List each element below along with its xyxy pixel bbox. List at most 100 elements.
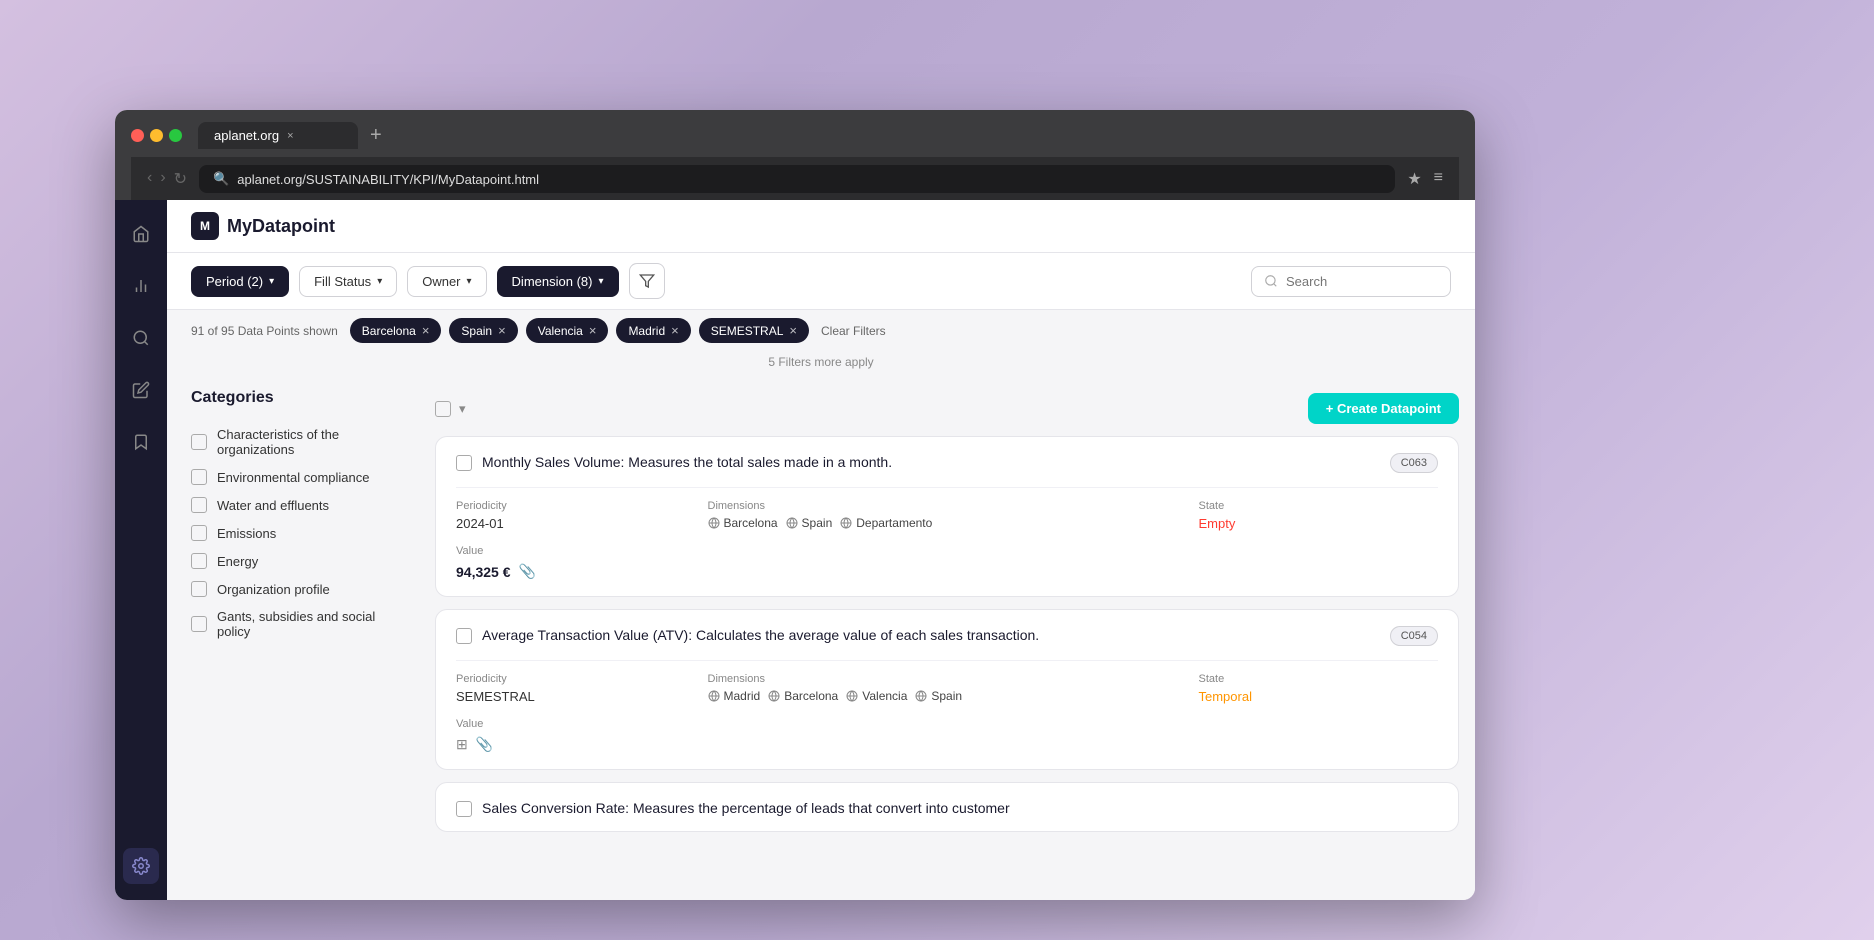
category-checkbox-org-profile[interactable] bbox=[191, 581, 207, 597]
remove-spain-button[interactable]: × bbox=[498, 323, 506, 338]
category-checkbox-energy[interactable] bbox=[191, 553, 207, 569]
dp1-checkbox[interactable] bbox=[456, 455, 472, 471]
dp3-title: Sales Conversion Rate: Measures the perc… bbox=[482, 799, 1438, 819]
traffic-lights bbox=[131, 129, 182, 142]
browser-menu-icon[interactable]: ≡ bbox=[1434, 169, 1443, 189]
period-chevron-icon: ▾ bbox=[269, 276, 274, 287]
category-item-env-compliance[interactable]: Environmental compliance bbox=[191, 463, 403, 491]
dp1-code: C063 bbox=[1390, 453, 1438, 473]
category-item-emissions[interactable]: Emissions bbox=[191, 519, 403, 547]
category-checkbox-char-org[interactable] bbox=[191, 434, 207, 450]
remove-valencia-button[interactable]: × bbox=[589, 323, 597, 338]
forward-button[interactable]: › bbox=[160, 169, 165, 189]
period-filter-label: Period (2) bbox=[206, 274, 263, 289]
category-item-energy[interactable]: Energy bbox=[191, 547, 403, 575]
category-label-org-profile: Organization profile bbox=[217, 582, 330, 597]
datapoint-card-dp3: Sales Conversion Rate: Measures the perc… bbox=[435, 782, 1459, 832]
app-header: M MyDatapoint bbox=[167, 200, 1475, 253]
browser-window: aplanet.org × + ‹ › ↻ 🔍 aplanet.org/SUST… bbox=[115, 110, 1475, 900]
category-item-gants[interactable]: Gants, subsidies and social policy bbox=[191, 603, 403, 645]
category-checkbox-emissions[interactable] bbox=[191, 525, 207, 541]
dp1-dim-departamento: Departamento bbox=[840, 516, 932, 530]
category-checkbox-water[interactable] bbox=[191, 497, 207, 513]
refresh-button[interactable]: ↻ bbox=[174, 169, 187, 189]
dp2-attachment-icon[interactable]: 📎 bbox=[476, 736, 493, 753]
dp2-table-icon: ⊞ bbox=[456, 736, 468, 753]
category-item-char-org[interactable]: Characteristics of the organizations bbox=[191, 421, 403, 463]
dimension-label: Dimension (8) bbox=[512, 274, 593, 289]
sidebar-back-icon[interactable] bbox=[123, 320, 159, 356]
back-button[interactable]: ‹ bbox=[147, 169, 152, 189]
tab-title: aplanet.org bbox=[214, 128, 279, 143]
filter-bar: Period (2) ▾ Fill Status ▾ Owner ▾ Dimen… bbox=[167, 253, 1475, 310]
owner-chevron-icon: ▾ bbox=[467, 276, 472, 287]
dp1-header: Monthly Sales Volume: Measures the total… bbox=[456, 453, 1438, 473]
sidebar-bookmark-icon[interactable] bbox=[123, 424, 159, 460]
dp3-checkbox[interactable] bbox=[456, 801, 472, 817]
dp2-dim-spain: Spain bbox=[915, 689, 962, 703]
dp1-value-display: 94,325 € 📎 bbox=[456, 563, 1438, 580]
active-filters-row: 91 of 95 Data Points shown Barcelona × S… bbox=[167, 310, 1475, 351]
dp2-dim-madrid: Madrid bbox=[708, 689, 761, 703]
dp2-value-display: ⊞ 📎 bbox=[456, 736, 1438, 753]
dp1-state: State Empty bbox=[1199, 500, 1439, 531]
browser-addressbar: ‹ › ↻ 🔍 aplanet.org/SUSTAINABILITY/KPI/M… bbox=[131, 157, 1459, 201]
select-all-checkbox[interactable] bbox=[435, 401, 451, 417]
new-tab-button[interactable]: + bbox=[362, 124, 390, 147]
tab-area: aplanet.org × + bbox=[198, 122, 1459, 149]
address-text: aplanet.org/SUSTAINABILITY/KPI/MyDatapoi… bbox=[237, 172, 539, 187]
logo-icon: M bbox=[191, 212, 219, 240]
dim-icon-madrid bbox=[708, 690, 720, 702]
active-tab[interactable]: aplanet.org × bbox=[198, 122, 358, 149]
clear-filters-button[interactable]: Clear Filters bbox=[821, 324, 886, 338]
close-window-button[interactable] bbox=[131, 129, 144, 142]
tab-close-icon[interactable]: × bbox=[287, 130, 293, 142]
dp2-periodicity-value: SEMESTRAL bbox=[456, 689, 696, 704]
fill-status-filter-button[interactable]: Fill Status ▾ bbox=[299, 266, 397, 297]
address-bar[interactable]: 🔍 aplanet.org/SUSTAINABILITY/KPI/MyDatap… bbox=[199, 165, 1395, 193]
remove-madrid-button[interactable]: × bbox=[671, 323, 679, 338]
category-checkbox-gants[interactable] bbox=[191, 616, 207, 632]
category-label-emissions: Emissions bbox=[217, 526, 276, 541]
filter-icon-button[interactable] bbox=[629, 263, 665, 299]
remove-barcelona-button[interactable]: × bbox=[422, 323, 430, 338]
sidebar-home-icon[interactable] bbox=[123, 216, 159, 252]
category-item-water[interactable]: Water and effluents bbox=[191, 491, 403, 519]
search-input[interactable] bbox=[1286, 274, 1436, 289]
category-item-org-profile[interactable]: Organization profile bbox=[191, 575, 403, 603]
sidebar-edit-icon[interactable] bbox=[123, 372, 159, 408]
search-box[interactable] bbox=[1251, 266, 1451, 297]
content-area: Categories Characteristics of the organi… bbox=[167, 373, 1475, 900]
sidebar bbox=[115, 200, 167, 900]
period-filter-button[interactable]: Period (2) ▾ bbox=[191, 266, 289, 297]
dp1-attachment-icon[interactable]: 📎 bbox=[519, 563, 536, 580]
dp2-value-label: Value bbox=[456, 718, 483, 730]
filter-tag-valencia: Valencia × bbox=[526, 318, 609, 343]
dim-icon-departamento bbox=[840, 517, 852, 529]
dp2-title: Average Transaction Value (ATV): Calcula… bbox=[482, 626, 1380, 646]
sidebar-settings-icon[interactable] bbox=[123, 848, 159, 884]
maximize-window-button[interactable] bbox=[169, 129, 182, 142]
filter-tag-semestral: SEMESTRAL × bbox=[699, 318, 809, 343]
owner-filter-button[interactable]: Owner ▾ bbox=[407, 266, 486, 297]
select-all-chevron[interactable]: ▾ bbox=[459, 401, 466, 417]
dimension-filter-button[interactable]: Dimension (8) ▾ bbox=[497, 266, 619, 297]
datapoint-card-dp2: Average Transaction Value (ATV): Calcula… bbox=[435, 609, 1459, 770]
dp2-checkbox[interactable] bbox=[456, 628, 472, 644]
dim-icon-spain bbox=[786, 517, 798, 529]
remove-semestral-button[interactable]: × bbox=[789, 323, 797, 338]
category-checkbox-env-compliance[interactable] bbox=[191, 469, 207, 485]
bookmark-icon[interactable]: ★ bbox=[1407, 169, 1421, 189]
dp1-dim-spain: Spain bbox=[786, 516, 833, 530]
dp1-periodicity: Periodicity 2024-01 bbox=[456, 500, 696, 531]
dp1-dimensions-label: Dimensions bbox=[708, 500, 1187, 512]
more-filters-text: 5 Filters more apply bbox=[768, 355, 873, 369]
create-datapoint-button[interactable]: + Create Datapoint bbox=[1308, 393, 1459, 424]
dp1-dim-barcelona: Barcelona bbox=[708, 516, 778, 530]
dim-icon-barcelona2 bbox=[768, 690, 780, 702]
minimize-window-button[interactable] bbox=[150, 129, 163, 142]
fill-status-chevron-icon: ▾ bbox=[377, 276, 382, 287]
browser-toolbar-right: ★ ≡ bbox=[1407, 169, 1443, 189]
sidebar-chart-icon[interactable] bbox=[123, 268, 159, 304]
filter-tag-spain: Spain × bbox=[449, 318, 517, 343]
